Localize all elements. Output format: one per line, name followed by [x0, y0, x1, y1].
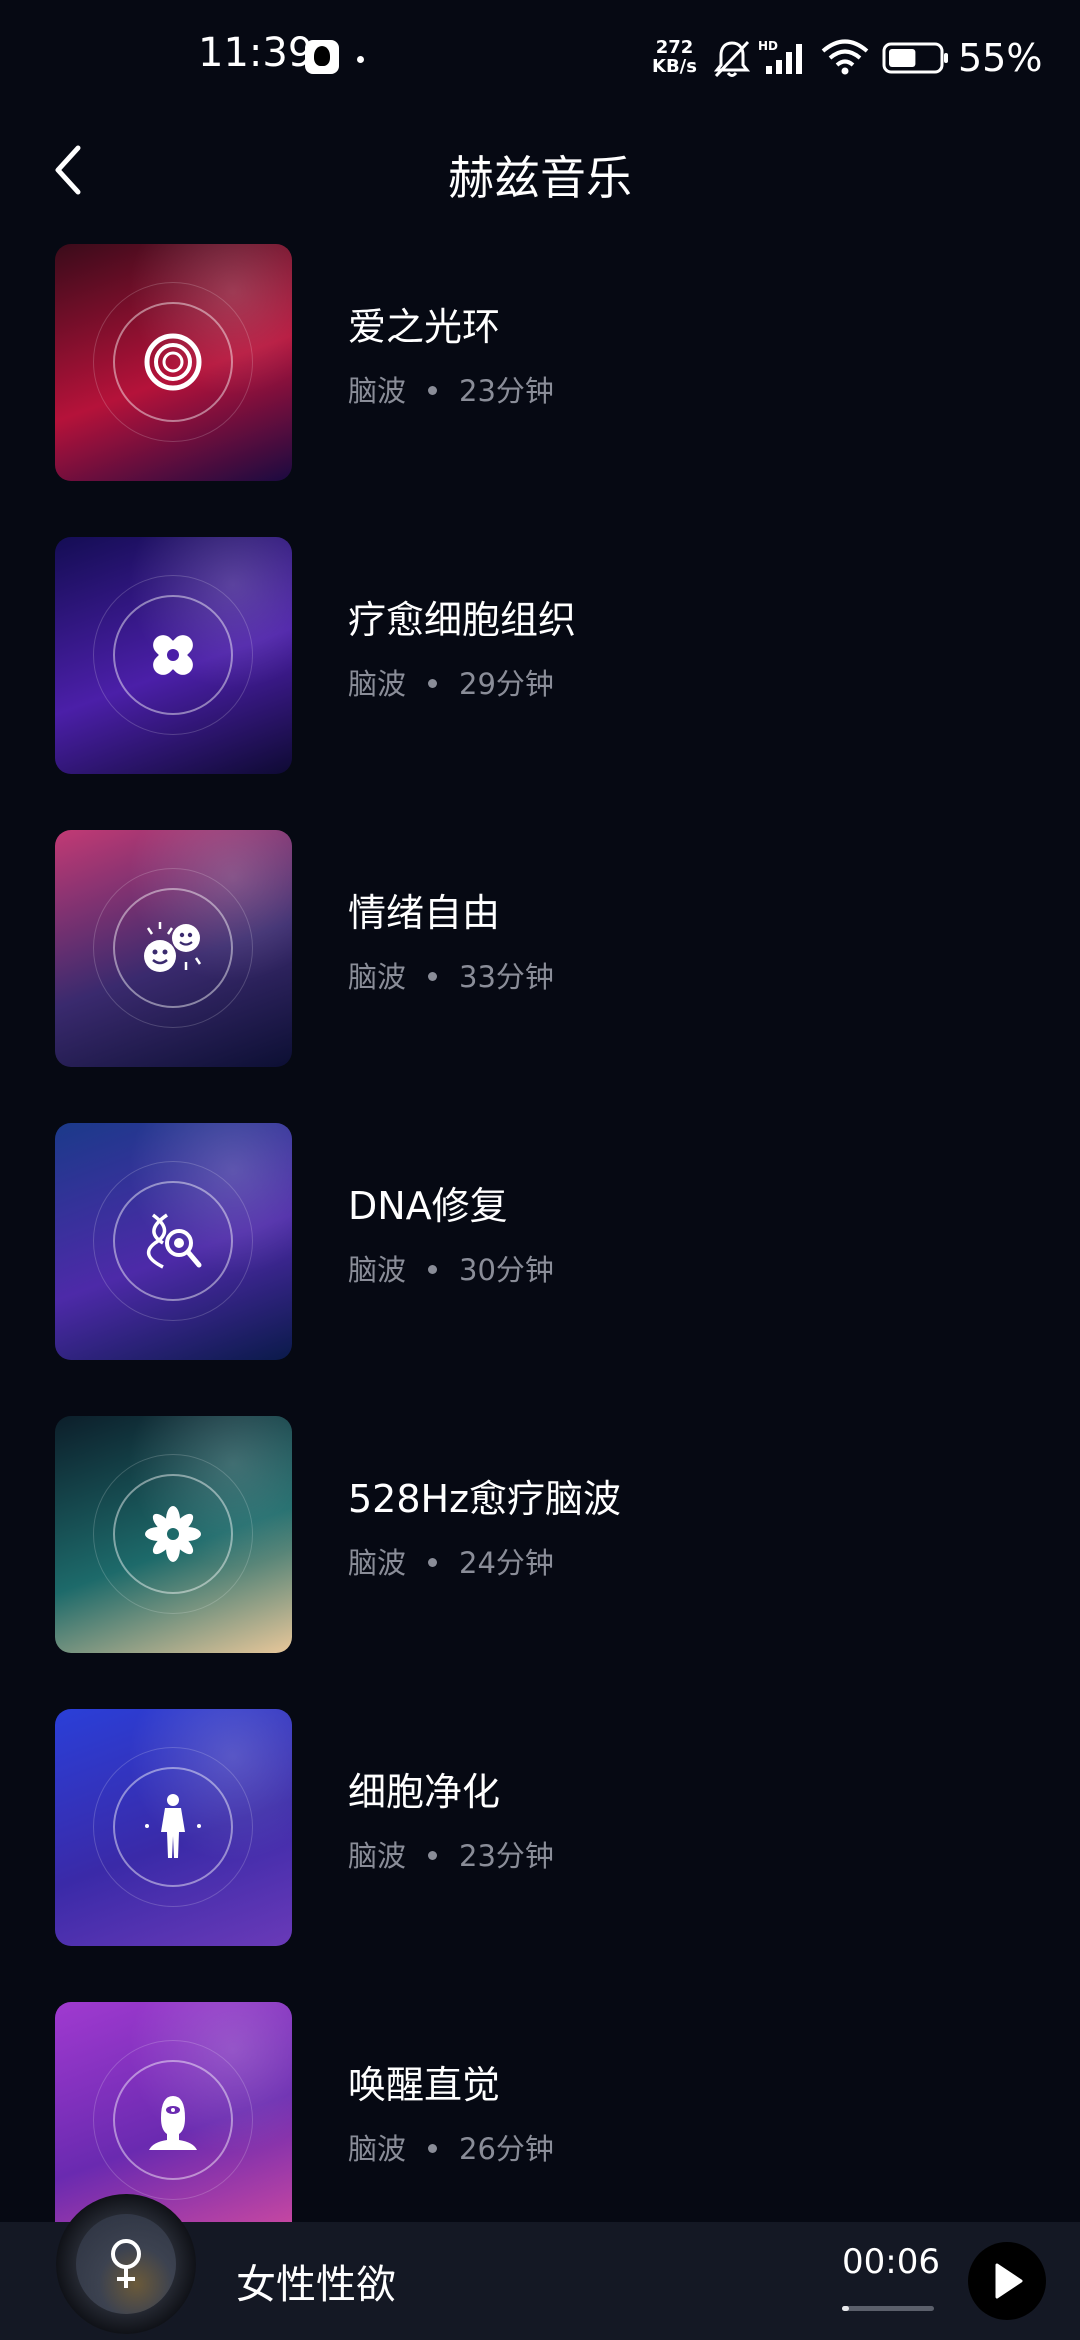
track-title: 细胞净化 [348, 1770, 501, 1814]
track-category: 脑波 [348, 1839, 407, 1873]
track-title: 情绪自由 [348, 891, 501, 935]
album-disc[interactable] [56, 2194, 196, 2334]
bell-muted-icon [713, 40, 751, 78]
bandage-icon [133, 615, 213, 695]
track-category: 脑波 [348, 667, 407, 701]
track-meta: 脑波 33分钟 [348, 954, 554, 996]
battery-icon [882, 42, 948, 74]
signal-hd-icon: HD [758, 39, 802, 74]
track-category: 脑波 [348, 1253, 407, 1287]
track-title: 疗愈细胞组织 [348, 598, 577, 642]
battery-percentage: 55% [958, 36, 1043, 80]
progress-fill [842, 2306, 850, 2311]
play-icon [995, 2263, 1023, 2299]
track-title: 爱之光环 [348, 305, 501, 349]
track-item[interactable]: 细胞净化脑波 23分钟 [0, 1705, 1080, 1946]
track-item[interactable]: 情绪自由脑波 33分钟 [0, 826, 1080, 1067]
separator-dot [428, 678, 438, 688]
concentric-circles-icon [133, 322, 213, 402]
separator-dot [428, 1557, 438, 1567]
track-category: 脑波 [348, 960, 407, 994]
track-duration: 24分钟 [459, 1546, 554, 1580]
track-meta: 脑波 23分钟 [348, 1833, 554, 1875]
svg-text:HD: HD [758, 39, 778, 53]
network-speed-unit: KB/s [652, 56, 697, 77]
track-duration: 30分钟 [459, 1253, 554, 1287]
track-item[interactable]: 爱之光环脑波 23分钟 [0, 240, 1080, 481]
album-art [76, 2214, 176, 2314]
lotus-icon [133, 1494, 213, 1574]
track-title: 528Hz愈疗脑波 [348, 1477, 622, 1521]
track-cover[interactable] [55, 830, 292, 1067]
track-duration: 29分钟 [459, 667, 554, 701]
track-duration: 33分钟 [459, 960, 554, 994]
track-category: 脑波 [348, 1546, 407, 1580]
track-cover[interactable] [55, 1709, 292, 1946]
progress-bar[interactable] [842, 2306, 934, 2311]
third-eye-head-icon [133, 2080, 213, 2160]
network-speed-value: 272 [655, 37, 694, 58]
track-meta: 脑波 24分钟 [348, 1540, 554, 1582]
network-speed: 272 KB/s [652, 38, 697, 76]
track-title: DNA修复 [348, 1184, 508, 1228]
track-item[interactable]: 疗愈细胞组织脑波 29分钟 [0, 533, 1080, 774]
play-button[interactable] [968, 2242, 1046, 2320]
track-duration: 26分钟 [459, 2132, 554, 2166]
separator-dot [428, 971, 438, 981]
track-category: 脑波 [348, 374, 407, 408]
more-notifications-dot-icon [357, 56, 364, 63]
separator-dot [428, 1264, 438, 1274]
track-item[interactable]: 唤醒直觉脑波 26分钟 [0, 1998, 1080, 2239]
separator-dot [428, 2143, 438, 2153]
track-category: 脑波 [348, 2132, 407, 2166]
qq-notification-icon [305, 40, 339, 74]
track-meta: 脑波 29分钟 [348, 661, 554, 703]
track-meta: 脑波 23分钟 [348, 368, 554, 410]
status-time: 11:39 [198, 30, 314, 76]
female-symbol-icon [111, 2239, 141, 2288]
track-meta: 脑波 30分钟 [348, 1247, 554, 1289]
track-meta: 脑波 26分钟 [348, 2126, 554, 2168]
track-duration: 23分钟 [459, 1839, 554, 1873]
dna-magnifier-icon [133, 1201, 213, 1281]
track-item[interactable]: DNA修复脑波 30分钟 [0, 1119, 1080, 1360]
track-cover[interactable] [55, 244, 292, 481]
track-item[interactable]: 528Hz愈疗脑波脑波 24分钟 [0, 1412, 1080, 1653]
separator-dot [428, 385, 438, 395]
now-playing-title: 女性性欲 [236, 2262, 396, 2308]
header: 赫兹音乐 [0, 120, 1080, 220]
track-title: 唤醒直觉 [348, 2063, 501, 2107]
page-title: 赫兹音乐 [448, 151, 632, 205]
now-playing-bar[interactable]: 女性性欲 00:06 [0, 2194, 1080, 2340]
track-cover[interactable] [55, 537, 292, 774]
separator-dot [428, 1850, 438, 1860]
mood-faces-icon [133, 908, 213, 988]
track-duration: 23分钟 [459, 374, 554, 408]
status-bar: 11:39 272 KB/s HD 55% [0, 0, 1080, 120]
elapsed-time: 00:06 [842, 2242, 940, 2282]
screen: 11:39 272 KB/s HD 55% 赫兹音乐 爱之光环 脑波 23分钟 … [0, 0, 1080, 2340]
track-cover[interactable] [55, 1123, 292, 1360]
track-cover[interactable] [55, 1416, 292, 1653]
wifi-icon [821, 39, 869, 75]
human-body-icon [133, 1787, 213, 1867]
